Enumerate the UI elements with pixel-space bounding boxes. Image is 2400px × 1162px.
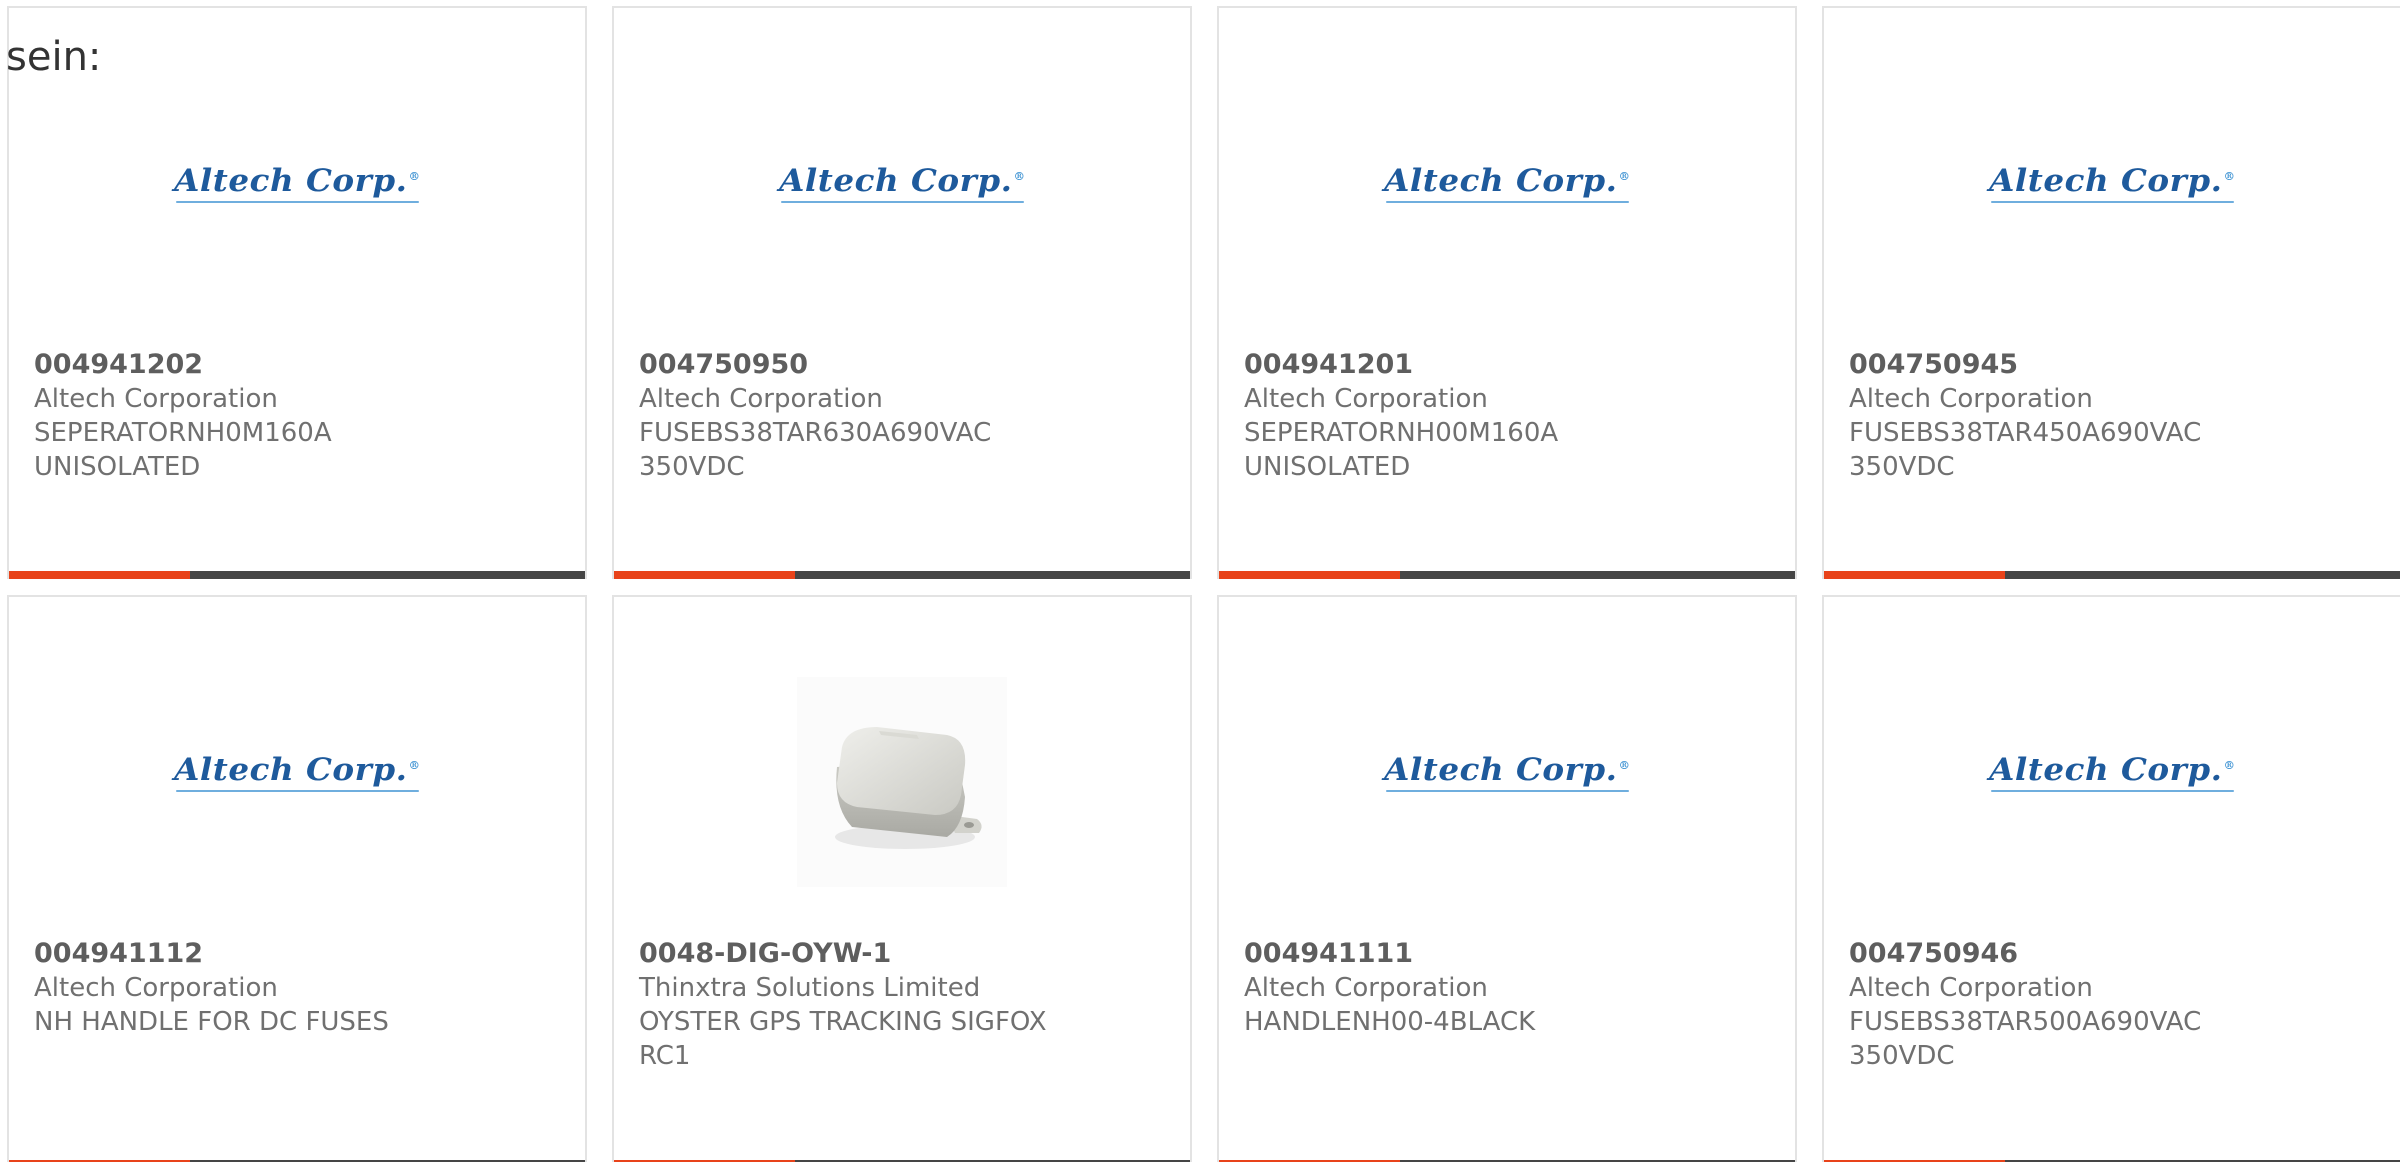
product-card[interactable]: Altech Corp.® 004941112 Altech Corporati… (7, 595, 587, 1162)
logo-text: Altech Corp. (1383, 752, 1618, 788)
registered-mark-icon: ® (2223, 169, 2236, 183)
card-bar-accent (1824, 571, 2005, 579)
product-image[interactable]: Altech Corp.® (614, 98, 1190, 268)
product-description-line1: SEPERATORNH00M160A (1244, 418, 1559, 448)
manufacturer-name: Altech Corporation (34, 384, 278, 414)
product-description-line1: FUSEBS38TAR630A690VAC (639, 418, 992, 448)
gps-tracker-icon (835, 727, 982, 849)
part-number-link[interactable]: 004750946 (1849, 937, 2380, 971)
product-description-line1: SEPERATORNH0M160A (34, 418, 332, 448)
product-image[interactable]: Altech Corp.® (1219, 687, 1795, 857)
intro-text: sein: (6, 34, 102, 80)
logo-text: Altech Corp. (173, 163, 408, 199)
product-card[interactable]: Altech Corp.® 004750946 Altech Corporati… (1822, 595, 2400, 1162)
altech-logo: Altech Corp.® (174, 163, 420, 203)
card-bottom-bar (1219, 571, 1795, 579)
product-info: 004750945 Altech Corporation FUSEBS38TAR… (1849, 348, 2380, 484)
product-info: 004941201 Altech Corporation SEPERATORNH… (1244, 348, 1775, 484)
product-grid: Altech Corp.® 004941202 Altech Corporati… (7, 6, 2400, 1162)
product-info: 004750946 Altech Corporation FUSEBS38TAR… (1849, 937, 2380, 1073)
manufacturer-name: Altech Corporation (1849, 384, 2093, 414)
part-number-link[interactable]: 004750950 (639, 348, 1170, 382)
product-description-line1: HANDLENH00-4BLACK (1244, 1007, 1536, 1037)
product-description-line1: FUSEBS38TAR500A690VAC (1849, 1007, 2202, 1037)
registered-mark-icon: ® (1013, 169, 1026, 183)
product-description-line2: UNISOLATED (34, 452, 201, 482)
product-description-line2: 350VDC (1849, 452, 1955, 482)
product-description-line2: UNISOLATED (1244, 452, 1411, 482)
card-bottom-bar (9, 571, 585, 579)
logo-text: Altech Corp. (1383, 163, 1618, 199)
manufacturer-name: Altech Corporation (639, 384, 883, 414)
product-info: 004941111 Altech Corporation HANDLENH00-… (1244, 937, 1775, 1039)
product-image[interactable] (614, 677, 1190, 887)
altech-logo: Altech Corp.® (1384, 163, 1630, 203)
product-card[interactable]: Altech Corp.® 004941201 Altech Corporati… (1217, 6, 1797, 579)
product-card[interactable]: 0048-DIG-OYW-1 Thinxtra Solutions Limite… (612, 595, 1192, 1162)
product-description-line1: NH HANDLE FOR DC FUSES (34, 1007, 389, 1037)
altech-logo: Altech Corp.® (1989, 163, 2235, 203)
product-description-line2: 350VDC (1849, 1041, 1955, 1071)
logo-text: Altech Corp. (173, 752, 408, 788)
card-bar-accent (1219, 571, 1400, 579)
part-number-link[interactable]: 004941201 (1244, 348, 1775, 382)
part-number-link[interactable]: 0048-DIG-OYW-1 (639, 937, 1170, 971)
product-info: 004941202 Altech Corporation SEPERATORNH… (34, 348, 565, 484)
product-image[interactable]: Altech Corp.® (9, 98, 585, 268)
card-bar-accent (9, 571, 190, 579)
card-bottom-bar (614, 571, 1190, 579)
logo-text: Altech Corp. (1988, 163, 2223, 199)
product-image[interactable]: Altech Corp.® (9, 687, 585, 857)
product-description-line2: 350VDC (639, 452, 745, 482)
part-number-link[interactable]: 004941112 (34, 937, 565, 971)
logo-text: Altech Corp. (1988, 752, 2223, 788)
manufacturer-name: Altech Corporation (1849, 973, 2093, 1003)
altech-logo: Altech Corp.® (1384, 752, 1630, 792)
registered-mark-icon: ® (1618, 758, 1631, 772)
gps-tracker-device-photo (797, 677, 1007, 887)
registered-mark-icon: ® (408, 758, 421, 772)
product-description-line2: RC1 (639, 1041, 691, 1071)
product-card[interactable]: Altech Corp.® 004941202 Altech Corporati… (7, 6, 587, 579)
product-description-line1: OYSTER GPS TRACKING SIGFOX (639, 1007, 1047, 1037)
manufacturer-name: Altech Corporation (34, 973, 278, 1003)
manufacturer-name: Altech Corporation (1244, 973, 1488, 1003)
manufacturer-name: Thinxtra Solutions Limited (639, 973, 981, 1003)
product-card[interactable]: Altech Corp.® 004750950 Altech Corporati… (612, 6, 1192, 579)
product-image[interactable]: Altech Corp.® (1219, 98, 1795, 268)
part-number-link[interactable]: 004941202 (34, 348, 565, 382)
product-info: 004941112 Altech Corporation NH HANDLE F… (34, 937, 565, 1039)
product-image[interactable]: Altech Corp.® (1824, 687, 2400, 857)
part-number-link[interactable]: 004750945 (1849, 348, 2380, 382)
page: sein: Altech Corp.® 004941202 Altech Cor… (0, 0, 2400, 1162)
product-image[interactable]: Altech Corp.® (1824, 98, 2400, 268)
product-card[interactable]: Altech Corp.® 004941111 Altech Corporati… (1217, 595, 1797, 1162)
part-number-link[interactable]: 004941111 (1244, 937, 1775, 971)
manufacturer-name: Altech Corporation (1244, 384, 1488, 414)
logo-text: Altech Corp. (778, 163, 1013, 199)
card-bottom-bar (1824, 571, 2400, 579)
product-card[interactable]: Altech Corp.® 004750945 Altech Corporati… (1822, 6, 2400, 579)
altech-logo: Altech Corp.® (174, 752, 420, 792)
registered-mark-icon: ® (408, 169, 421, 183)
product-info: 004750950 Altech Corporation FUSEBS38TAR… (639, 348, 1170, 484)
product-description-line1: FUSEBS38TAR450A690VAC (1849, 418, 2202, 448)
registered-mark-icon: ® (1618, 169, 1631, 183)
product-info: 0048-DIG-OYW-1 Thinxtra Solutions Limite… (639, 937, 1170, 1073)
altech-logo: Altech Corp.® (1989, 752, 2235, 792)
card-bar-accent (614, 571, 795, 579)
altech-logo: Altech Corp.® (779, 163, 1025, 203)
registered-mark-icon: ® (2223, 758, 2236, 772)
